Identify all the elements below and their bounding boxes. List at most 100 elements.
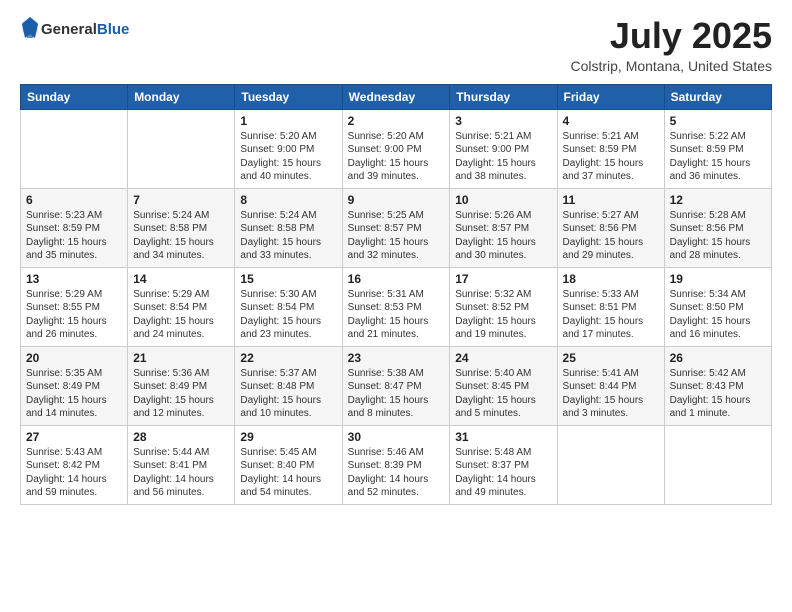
logo-blue: Blue xyxy=(97,21,130,38)
cell-content: Sunrise: 5:38 AMSunset: 8:47 PMDaylight:… xyxy=(348,367,445,421)
day-number: 6 xyxy=(26,193,122,207)
cell-content: Sunrise: 5:24 AMSunset: 8:58 PMDaylight:… xyxy=(133,209,229,263)
day-number: 14 xyxy=(133,272,229,286)
calendar-cell: 1Sunrise: 5:20 AMSunset: 9:00 PMDaylight… xyxy=(235,109,342,188)
calendar-header-row: SundayMondayTuesdayWednesdayThursdayFrid… xyxy=(21,84,772,109)
calendar-week-row: 27 Sunrise: 5:43 AMSunset: 8:42 PMDayligh… xyxy=(21,425,772,504)
cell-content: Sunrise: 5:37 AMSunset: 8:48 PMDaylight:… xyxy=(240,367,336,421)
cell-content: Sunrise: 5:45 AMSunset: 8:40 PMDaylight:… xyxy=(240,446,336,500)
month-title: July 2025 xyxy=(570,16,772,56)
calendar-cell: 17 Sunrise: 5:32 AMSunset: 8:52 PMDayligh… xyxy=(450,267,557,346)
cell-content: Sunrise: 5:21 AMSunset: 9:00 PMDaylight:… xyxy=(455,130,551,184)
calendar-cell: 24Sunrise: 5:40 AMSunset: 8:45 PMDayligh… xyxy=(450,346,557,425)
calendar-cell: 28 Sunrise: 5:44 AMSunset: 8:41 PMDayligh… xyxy=(128,425,235,504)
logo-block xyxy=(20,16,39,43)
day-number: 30 xyxy=(348,430,445,444)
cell-content: Sunrise: 5:27 AMSunset: 8:56 PMDaylight:… xyxy=(563,209,659,263)
day-number: 19 xyxy=(670,272,766,286)
day-number: 8 xyxy=(240,193,336,207)
calendar-cell: 26Sunrise: 5:42 AMSunset: 8:43 PMDayligh… xyxy=(664,346,771,425)
weekday-header: Saturday xyxy=(664,84,771,109)
calendar-cell: 2 Sunrise: 5:20 AMSunset: 9:00 PMDaylight… xyxy=(342,109,450,188)
day-number: 20 xyxy=(26,351,122,365)
header: GeneralBlue July 2025 Colstrip, Montana,… xyxy=(20,16,772,74)
calendar-cell: 14 Sunrise: 5:29 AMSunset: 8:54 PMDayligh… xyxy=(128,267,235,346)
calendar-cell: 15Sunrise: 5:30 AMSunset: 8:54 PMDayligh… xyxy=(235,267,342,346)
calendar-table: SundayMondayTuesdayWednesdayThursdayFrid… xyxy=(20,84,772,505)
calendar-cell: 7Sunrise: 5:24 AMSunset: 8:58 PMDaylight… xyxy=(128,188,235,267)
calendar-cell: 23 Sunrise: 5:38 AMSunset: 8:47 PMDayligh… xyxy=(342,346,450,425)
day-number: 28 xyxy=(133,430,229,444)
calendar-cell: 12Sunrise: 5:28 AMSunset: 8:56 PMDayligh… xyxy=(664,188,771,267)
calendar-cell: 21 Sunrise: 5:36 AMSunset: 8:49 PMDayligh… xyxy=(128,346,235,425)
calendar-cell: 13 Sunrise: 5:29 AMSunset: 8:55 PMDayligh… xyxy=(21,267,128,346)
weekday-header: Tuesday xyxy=(235,84,342,109)
cell-content: Sunrise: 5:44 AMSunset: 8:41 PMDaylight:… xyxy=(133,446,229,500)
day-number: 18 xyxy=(563,272,659,286)
calendar-cell xyxy=(128,109,235,188)
calendar-cell: 11 Sunrise: 5:27 AMSunset: 8:56 PMDayligh… xyxy=(557,188,664,267)
weekday-header: Monday xyxy=(128,84,235,109)
day-number: 12 xyxy=(670,193,766,207)
day-number: 9 xyxy=(348,193,445,207)
page: GeneralBlue July 2025 Colstrip, Montana,… xyxy=(0,0,792,612)
cell-content: Sunrise: 5:42 AMSunset: 8:43 PMDaylight:… xyxy=(670,367,766,421)
calendar-cell: 25 Sunrise: 5:41 AMSunset: 8:44 PMDayligh… xyxy=(557,346,664,425)
cell-content: Sunrise: 5:26 AMSunset: 8:57 PMDaylight:… xyxy=(455,209,551,263)
title-block: July 2025 Colstrip, Montana, United Stat… xyxy=(570,16,772,74)
cell-content: Sunrise: 5:29 AMSunset: 8:54 PMDaylight:… xyxy=(133,288,229,342)
calendar-cell xyxy=(664,425,771,504)
cell-content: Sunrise: 5:32 AMSunset: 8:52 PMDaylight:… xyxy=(455,288,551,342)
calendar-cell xyxy=(557,425,664,504)
location: Colstrip, Montana, United States xyxy=(570,58,772,74)
day-number: 1 xyxy=(240,114,336,128)
logo: GeneralBlue xyxy=(20,16,129,43)
cell-content: Sunrise: 5:35 AMSunset: 8:49 PMDaylight:… xyxy=(26,367,122,421)
logo-general: General xyxy=(41,21,97,38)
day-number: 29 xyxy=(240,430,336,444)
calendar-cell: 4 Sunrise: 5:21 AMSunset: 8:59 PMDaylight… xyxy=(557,109,664,188)
weekday-header: Friday xyxy=(557,84,664,109)
calendar-cell: 6 Sunrise: 5:23 AMSunset: 8:59 PMDaylight… xyxy=(21,188,128,267)
cell-content: Sunrise: 5:34 AMSunset: 8:50 PMDaylight:… xyxy=(670,288,766,342)
calendar-cell: 20 Sunrise: 5:35 AMSunset: 8:49 PMDayligh… xyxy=(21,346,128,425)
calendar-cell: 18Sunrise: 5:33 AMSunset: 8:51 PMDayligh… xyxy=(557,267,664,346)
cell-content: Sunrise: 5:22 AMSunset: 8:59 PMDaylight:… xyxy=(670,130,766,184)
day-number: 2 xyxy=(348,114,445,128)
cell-content: Sunrise: 5:36 AMSunset: 8:49 PMDaylight:… xyxy=(133,367,229,421)
day-number: 25 xyxy=(563,351,659,365)
day-number: 11 xyxy=(563,193,659,207)
cell-content: Sunrise: 5:23 AMSunset: 8:59 PMDaylight:… xyxy=(26,209,122,263)
cell-content: Sunrise: 5:43 AMSunset: 8:42 PMDaylight:… xyxy=(26,446,122,500)
weekday-header: Wednesday xyxy=(342,84,450,109)
weekday-header: Sunday xyxy=(21,84,128,109)
cell-content: Sunrise: 5:40 AMSunset: 8:45 PMDaylight:… xyxy=(455,367,551,421)
calendar-week-row: 20 Sunrise: 5:35 AMSunset: 8:49 PMDayligh… xyxy=(21,346,772,425)
cell-content: Sunrise: 5:21 AMSunset: 8:59 PMDaylight:… xyxy=(563,130,659,184)
calendar-cell: 16Sunrise: 5:31 AMSunset: 8:53 PMDayligh… xyxy=(342,267,450,346)
calendar-cell: 27 Sunrise: 5:43 AMSunset: 8:42 PMDayligh… xyxy=(21,425,128,504)
calendar-cell xyxy=(21,109,128,188)
day-number: 13 xyxy=(26,272,122,286)
day-number: 17 xyxy=(455,272,551,286)
day-number: 22 xyxy=(240,351,336,365)
cell-content: Sunrise: 5:29 AMSunset: 8:55 PMDaylight:… xyxy=(26,288,122,342)
calendar-cell: 10 Sunrise: 5:26 AMSunset: 8:57 PMDayligh… xyxy=(450,188,557,267)
calendar-week-row: 1 Sunrise: 5:20 AMSunset: 9:00 PMDaylight… xyxy=(21,109,772,188)
day-number: 3 xyxy=(455,114,551,128)
calendar-week-row: 6 Sunrise: 5:23 AMSunset: 8:59 PMDaylight… xyxy=(21,188,772,267)
cell-content: Sunrise: 5:31 AMSunset: 8:53 PMDaylight:… xyxy=(348,288,445,342)
day-number: 5 xyxy=(670,114,766,128)
day-number: 27 xyxy=(26,430,122,444)
cell-content: Sunrise: 5:41 AMSunset: 8:44 PMDaylight:… xyxy=(563,367,659,421)
weekday-header: Thursday xyxy=(450,84,557,109)
calendar-week-row: 13 Sunrise: 5:29 AMSunset: 8:55 PMDayligh… xyxy=(21,267,772,346)
day-number: 23 xyxy=(348,351,445,365)
cell-content: Sunrise: 5:46 AMSunset: 8:39 PMDaylight:… xyxy=(348,446,445,500)
calendar-cell: 22 Sunrise: 5:37 AMSunset: 8:48 PMDayligh… xyxy=(235,346,342,425)
cell-content: Sunrise: 5:20 AMSunset: 9:00 PMDaylight:… xyxy=(348,130,445,184)
day-number: 21 xyxy=(133,351,229,365)
logo-text-block: GeneralBlue xyxy=(41,21,129,39)
day-number: 4 xyxy=(563,114,659,128)
day-number: 10 xyxy=(455,193,551,207)
